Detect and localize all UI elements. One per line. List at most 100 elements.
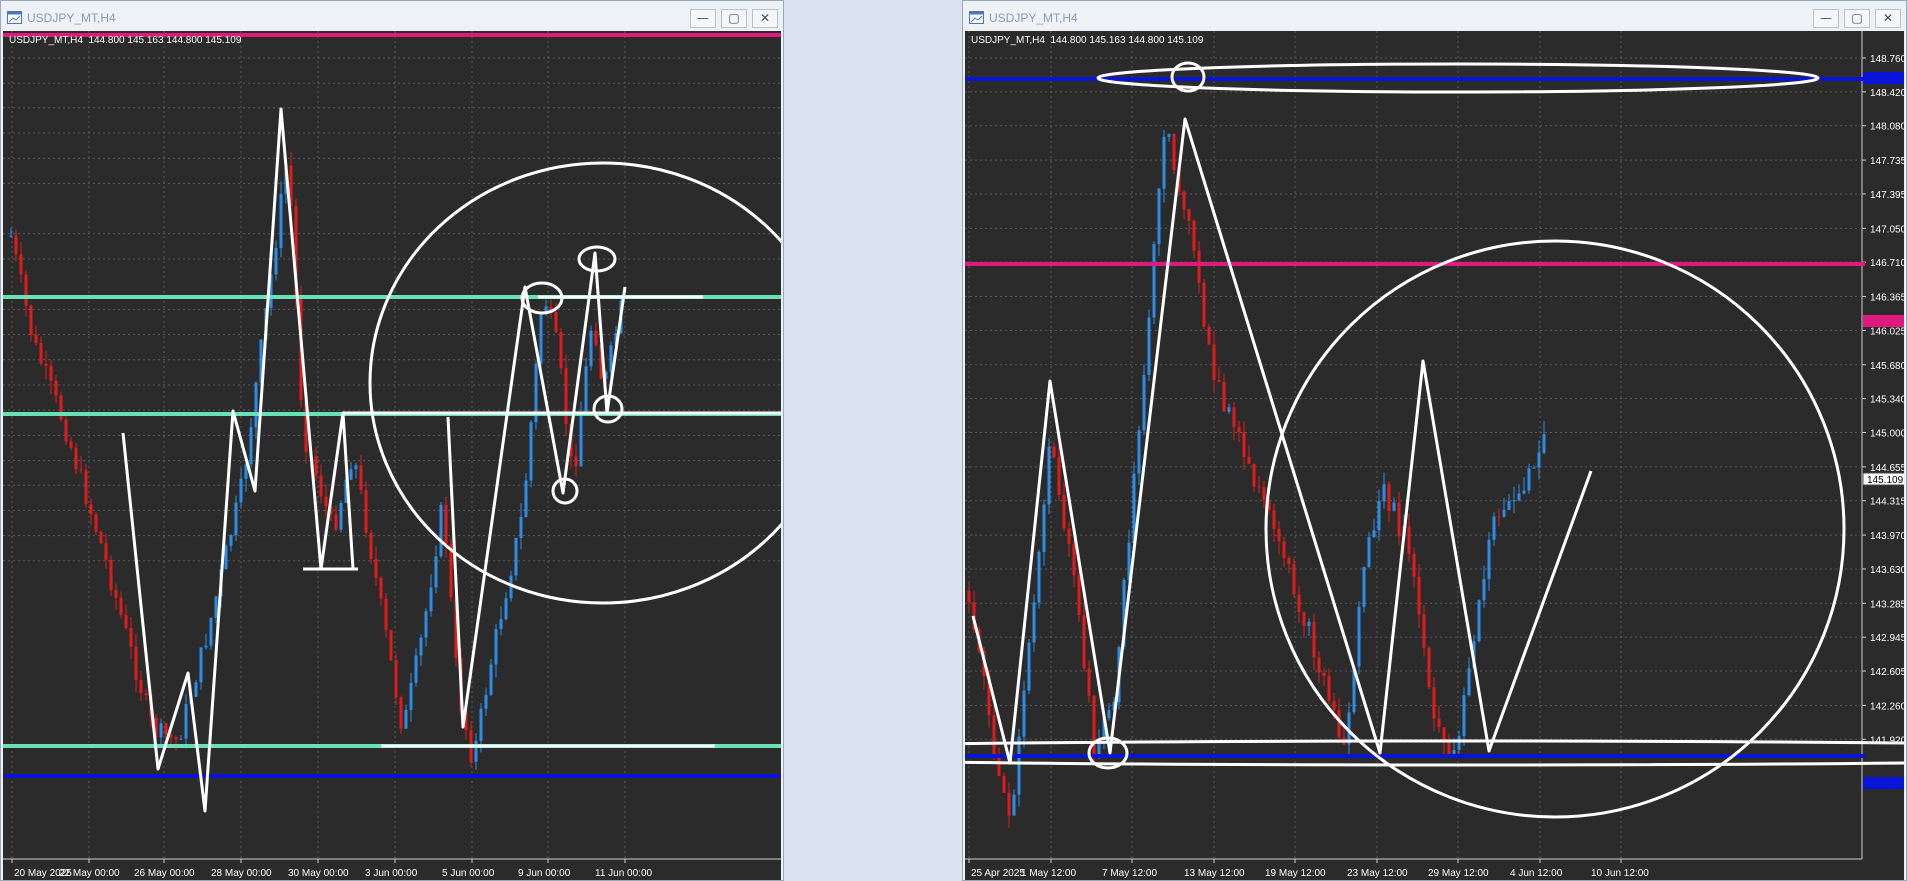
candle-body [184,704,188,739]
candle-body [114,589,118,598]
candle-body [1512,500,1516,502]
candle-body [1042,504,1046,552]
candle-body [69,441,73,449]
candle-body [1527,468,1531,491]
candle-body [414,655,418,683]
candle-body [1292,564,1296,595]
candle-body [394,660,398,698]
chart-canvas[interactable]: 146.370146.155145.945145.730145.515145.3… [3,31,781,880]
candle-body [174,737,178,740]
candle-body [1357,606,1361,667]
candle-body [374,559,378,578]
candle-body [384,598,388,631]
time-tick-label: 13 May 12:00 [1184,868,1245,879]
candle-body [314,456,318,476]
candle-body [1297,594,1301,613]
candle-body [239,478,243,503]
chart-window-right[interactable]: USDJPY_MT,H4 148.760 148.420 148.080 147.73… [962,0,1907,881]
minimize-button[interactable]: — [1813,9,1839,28]
time-tick-label: 26 May 00:00 [134,868,195,879]
close-button[interactable]: ✕ [1875,9,1901,28]
price-tick-label: 148.420 [1870,88,1904,99]
time-tick-label: 9 Jun 00:00 [518,868,571,879]
window-title: USDJPY_MT,H4 [989,11,1078,25]
time-tick-label: 23 May 12:00 [1347,868,1408,879]
price-chart[interactable]: 146.370146.155145.945145.730145.515145.3… [3,31,781,880]
candle-body [484,694,488,709]
candle-body [1152,244,1156,318]
title-bar[interactable]: USDJPY_MT,H4 [963,1,1906,31]
candle-body [1327,675,1331,702]
candle-body [254,382,258,428]
candle-body [234,502,238,536]
candle-body [519,516,523,539]
candle-body [1167,134,1171,137]
trend-annotation-line[interactable] [446,251,627,729]
candle-body [1312,621,1316,658]
time-tick-label: 22 May 00:00 [59,868,120,879]
candle-body [1032,602,1036,643]
candle-body [1197,250,1201,283]
candle-body [1212,344,1216,381]
restore-button[interactable]: ▢ [721,9,747,28]
candle-body [479,708,483,741]
candle-body [194,682,198,697]
candle-body [9,235,13,237]
candle-body [119,597,123,615]
candle-body [1537,452,1541,468]
price-tick-label: 145.680 [1870,361,1904,372]
candle-body [124,614,128,629]
close-button[interactable]: ✕ [752,9,778,28]
candle-body [1542,434,1546,453]
trend-annotation-line[interactable] [971,117,1593,765]
restore-button[interactable]: ▢ [1844,9,1870,28]
candle-body [429,587,433,612]
title-bar[interactable]: USDJPY_MT,H4 [1,1,783,31]
candle-body [1302,612,1306,626]
candle-body [1107,710,1111,719]
target-zone-ellipse[interactable] [368,161,781,605]
candle-body [489,664,493,695]
candle-body [24,274,28,306]
candle-body [1307,621,1311,626]
support-zone-ellipse[interactable] [965,739,1904,767]
candle-body [439,504,443,557]
candle-body [34,334,38,344]
time-tick-label: 5 Jun 00:00 [442,868,495,879]
candle-body [89,504,93,515]
candle-body [339,502,343,530]
window-title: USDJPY_MT,H4 [27,11,116,25]
minimize-button[interactable]: — [690,9,716,28]
candle-body [179,738,183,740]
candle-body [1027,642,1031,691]
symbol-info: USDJPY_MT,H4 144.800 145.163 144.800 145… [9,35,242,46]
candle-body [19,254,23,275]
price-tick-label: 143.630 [1870,565,1904,576]
target-zone-ellipse[interactable] [1264,239,1846,819]
candle-body [1237,426,1241,433]
candle-body [967,591,971,603]
price-chart[interactable]: 148.760 148.420 148.080 147.735 147.395 147.0… [965,31,1904,880]
candle-body [1072,543,1076,576]
candle-body [134,646,138,681]
price-tick-label: 145.340 [1870,395,1904,406]
candle-body [214,596,218,619]
candle-body [1057,457,1061,495]
time-tick-label: 10 Jun 12:00 [1591,868,1649,879]
time-tick-label: 30 May 00:00 [288,868,349,879]
candle-body [1082,615,1086,669]
candle-body [434,556,438,588]
candle-body [39,343,43,364]
candle-body [229,535,233,546]
candle-body [1452,749,1456,754]
candle-body [54,380,58,396]
candle-body [49,365,53,381]
candle-body [29,305,33,335]
chart-window-left[interactable]: USDJPY_MT,H4 146.370146.155145.945145.73… [0,0,784,881]
candle-body [1222,381,1226,412]
chart-canvas[interactable]: 148.760 148.420 148.080 147.735 147.395 147.0… [965,31,1904,880]
candle-body [1287,557,1291,565]
symbol-info: USDJPY_MT,H4 144.800 145.163 144.800 145… [971,35,1204,46]
candle-body [14,235,18,255]
candle-body [1187,209,1191,221]
